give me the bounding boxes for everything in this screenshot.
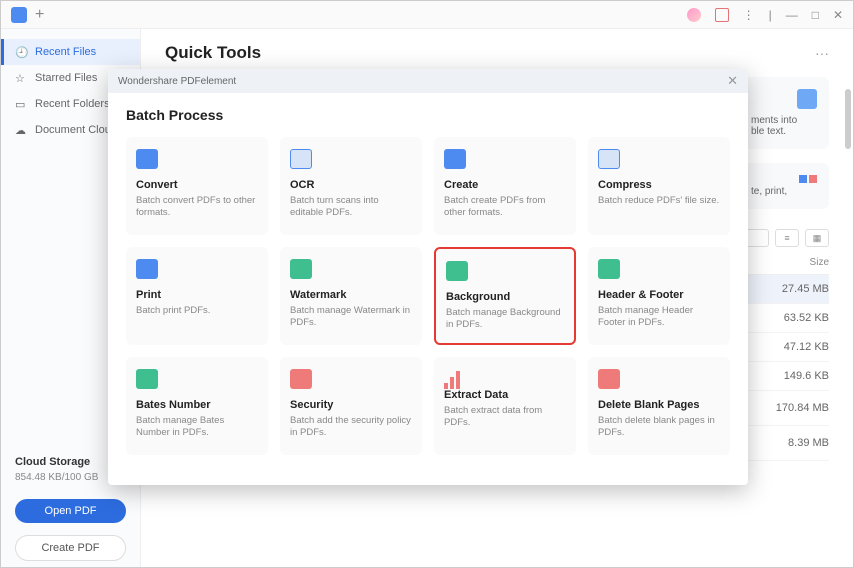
grid-view-button[interactable]: ▦ (805, 229, 829, 247)
batch-card-icon (136, 259, 158, 279)
folder-icon: ▭ (15, 98, 27, 110)
dialog-close-button[interactable]: ✕ (727, 73, 738, 89)
batch-card-create[interactable]: Create Batch create PDFs from other forma… (434, 137, 576, 235)
batch-card-print[interactable]: Print Batch print PDFs. (126, 247, 268, 345)
batch-card-desc: Batch manage Watermark in PDFs. (290, 305, 412, 330)
sidebar-item-label: Recent Folders (35, 98, 110, 110)
batch-card-desc: Batch create PDFs from other formats. (444, 195, 566, 220)
batch-card-icon (444, 149, 466, 169)
minimize-button[interactable]: — (786, 8, 798, 22)
dialog-heading: Batch Process (126, 107, 730, 123)
batch-card-delete-blank-pages[interactable]: Delete Blank Pages Batch delete blank pag… (588, 357, 730, 455)
batch-card-title: Print (136, 289, 258, 301)
extension-icon[interactable] (715, 8, 729, 22)
batch-card-ocr[interactable]: OCR Batch turn scans into editable PDFs. (280, 137, 422, 235)
quick-tool-card[interactable]: te, print, (739, 163, 829, 209)
batch-card-icon (290, 149, 312, 169)
star-icon: ☆ (15, 72, 27, 84)
maximize-button[interactable]: □ (812, 8, 819, 22)
batch-card-desc: Batch convert PDFs to other formats. (136, 195, 258, 220)
batch-card-icon (136, 369, 158, 389)
file-size: 63.52 KB (769, 312, 829, 324)
batch-card-desc: Batch delete blank pages in PDFs. (598, 415, 720, 440)
batch-card-bates-number[interactable]: Bates Number Batch manage Bates Number in… (126, 357, 268, 455)
file-size: 27.45 MB (769, 283, 829, 295)
batch-card-extract-data[interactable]: Extract Data Batch extract data from PDFs… (434, 357, 576, 455)
batch-card-title: Create (444, 179, 566, 191)
sidebar-item-label: Starred Files (35, 72, 97, 84)
batch-card-desc: Batch manage Bates Number in PDFs. (136, 415, 258, 440)
batch-card-title: Compress (598, 179, 720, 191)
sidebar-item-label: Document Cloud (35, 124, 117, 136)
batch-card-desc: Batch manage Header Footer in PDFs. (598, 305, 720, 330)
batch-card-title: Security (290, 399, 412, 411)
batch-card-title: Convert (136, 179, 258, 191)
menu-dots-icon[interactable]: ⋮ (743, 8, 755, 22)
dialog-titlebar[interactable]: Wondershare PDFelement ✕ (108, 69, 748, 93)
app-tab-icon[interactable] (11, 7, 27, 23)
quick-tool-card[interactable]: ments into ble text. (739, 77, 829, 149)
create-pdf-button[interactable]: Create PDF (15, 535, 126, 561)
batch-card-title: Header & Footer (598, 289, 720, 301)
file-size: 8.39 MB (769, 437, 829, 449)
batch-card-icon (290, 369, 312, 389)
batch-card-title: Extract Data (444, 389, 566, 401)
file-size: 149.6 KB (769, 370, 829, 382)
batch-card-icon (446, 261, 468, 281)
batch-card-desc: Batch add the security policy in PDFs. (290, 415, 412, 440)
size-column-header[interactable]: Size (769, 257, 829, 268)
new-tab-button[interactable]: + (35, 6, 44, 24)
batch-card-title: Watermark (290, 289, 412, 301)
batch-card-desc: Batch manage Background in PDFs. (446, 307, 564, 332)
batch-card-desc: Batch extract data from PDFs. (444, 405, 566, 430)
batch-card-icon (136, 149, 158, 169)
batch-card-title: Delete Blank Pages (598, 399, 720, 411)
batch-card-watermark[interactable]: Watermark Batch manage Watermark in PDFs. (280, 247, 422, 345)
ocr-tool-icon (797, 89, 817, 109)
batch-card-desc: Batch turn scans into editable PDFs. (290, 195, 412, 220)
dialog-body: Batch Process Convert Batch convert PDFs … (108, 93, 748, 469)
clock-icon: 🕘 (15, 46, 27, 58)
batch-card-icon (598, 149, 620, 169)
dialog-title: Wondershare PDFelement (118, 76, 236, 87)
cloud-icon: ☁ (15, 124, 27, 136)
batch-card-security[interactable]: Security Batch add the security policy in… (280, 357, 422, 455)
avatar-icon[interactable] (687, 8, 701, 22)
batch-card-desc: Batch print PDFs. (136, 305, 258, 317)
file-size: 47.12 KB (769, 341, 829, 353)
content-header: Quick Tools ··· (165, 43, 829, 63)
batch-card-icon (290, 259, 312, 279)
batch-process-dialog: Wondershare PDFelement ✕ Batch Process C… (108, 69, 748, 485)
separator: | (769, 8, 772, 22)
scrollbar[interactable] (845, 89, 851, 149)
batch-card-title: Bates Number (136, 399, 258, 411)
sidebar-item-label: Recent Files (35, 46, 96, 58)
batch-card-convert[interactable]: Convert Batch convert PDFs to other forma… (126, 137, 268, 235)
batch-card-title: Background (446, 291, 564, 303)
batch-card-compress[interactable]: Compress Batch reduce PDFs' file size. (588, 137, 730, 235)
chart-icon (444, 369, 566, 389)
batch-card-background[interactable]: Background Batch manage Background in PDF… (434, 247, 576, 345)
batch-card-icon (598, 259, 620, 279)
section-title: Quick Tools (165, 43, 261, 63)
batch-card-title: OCR (290, 179, 412, 191)
batch-card-icon (598, 369, 620, 389)
file-size: 170.84 MB (769, 402, 829, 414)
list-view-button[interactable]: ≡ (775, 229, 799, 247)
batch-card-header-footer[interactable]: Header & Footer Batch manage Header Foote… (588, 247, 730, 345)
more-button[interactable]: ··· (815, 45, 829, 61)
open-pdf-button[interactable]: Open PDF (15, 499, 126, 523)
sidebar-item-recent-files[interactable]: 🕘 Recent Files (1, 39, 140, 65)
window-controls: ⋮ | — □ ✕ (687, 8, 843, 22)
titlebar: + ⋮ | — □ ✕ (1, 1, 853, 29)
batch-grid: Convert Batch convert PDFs to other forma… (126, 137, 730, 455)
close-button[interactable]: ✕ (833, 8, 843, 22)
batch-card-desc: Batch reduce PDFs' file size. (598, 195, 720, 207)
